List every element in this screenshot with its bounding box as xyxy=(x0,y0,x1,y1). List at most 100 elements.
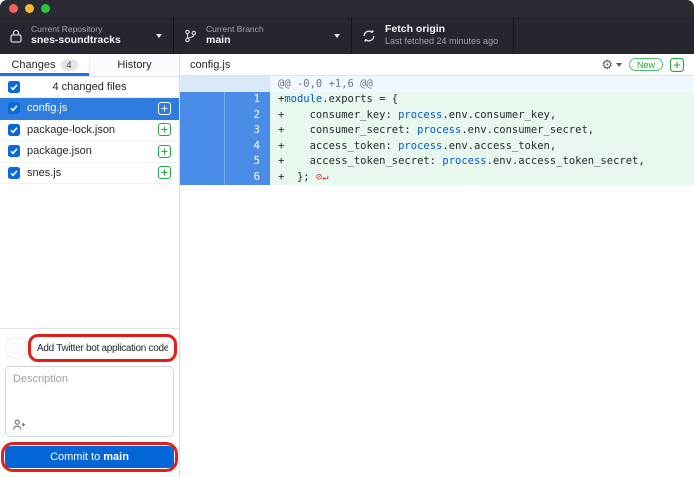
added-file-plus-icon xyxy=(158,102,171,115)
tab-history[interactable]: History xyxy=(89,54,179,76)
commit-button-branch: main xyxy=(103,451,129,463)
toolbar: Current Repository snes-soundtracks Curr… xyxy=(0,17,694,54)
diff-line: 6+ }; ⊘↵ xyxy=(180,170,694,186)
added-file-plus-icon xyxy=(158,145,171,158)
close-button[interactable] xyxy=(9,4,18,13)
fetch-origin-button[interactable]: Fetch origin Last fetched 24 minutes ago xyxy=(352,17,514,54)
chevron-down-icon xyxy=(616,63,622,67)
current-branch-dropdown[interactable]: Current Branch main xyxy=(174,17,352,54)
gear-icon: ⚙ xyxy=(601,58,613,71)
diff-line-code: + access_token: process.env.access_token… xyxy=(270,139,694,155)
fetch-origin-title: Fetch origin xyxy=(385,23,498,36)
chevron-down-icon xyxy=(334,34,340,38)
diff-line-gutter[interactable]: 5 xyxy=(180,154,270,170)
diff-line-gutter[interactable]: 3 xyxy=(180,123,270,139)
diff-line: 5+ access_token_secret: process.env.acce… xyxy=(180,154,694,170)
window-controls xyxy=(9,4,50,13)
diff-line-code: + access_token_secret: process.env.acces… xyxy=(270,154,694,170)
chevron-down-icon xyxy=(156,34,162,38)
diff-empty-space xyxy=(180,185,694,477)
tab-changes-label: Changes xyxy=(11,59,55,71)
diff-panel: config.js ⚙ New @@ -0,0 +1,6 @@ 1+module… xyxy=(180,54,694,477)
current-repository-value: snes-soundtracks xyxy=(31,34,121,47)
diff-line-code: + }; ⊘↵ xyxy=(270,170,694,186)
diff-line: 3+ consumer_secret: process.env.consumer… xyxy=(180,123,694,139)
diff-old-line-number xyxy=(180,154,225,170)
file-row[interactable]: config.js xyxy=(0,98,179,120)
sync-icon xyxy=(362,29,376,43)
sidebar-tabs: Changes 4 History xyxy=(0,54,179,77)
main-content: Changes 4 History 4 changed files config… xyxy=(0,54,694,477)
commit-summary-input[interactable] xyxy=(31,336,174,360)
current-repository-dropdown[interactable]: Current Repository snes-soundtracks xyxy=(0,17,174,54)
added-file-plus-icon xyxy=(158,166,171,179)
diff-line-gutter[interactable]: 6 xyxy=(180,170,270,186)
changes-count-badge: 4 xyxy=(61,59,78,71)
minimize-button[interactable] xyxy=(25,4,34,13)
expand-diff-button[interactable] xyxy=(670,58,684,72)
git-branch-icon xyxy=(184,29,197,43)
diff-old-line-number xyxy=(180,170,225,186)
titlebar xyxy=(0,0,694,17)
diff-line-code: + consumer_secret: process.env.consumer_… xyxy=(270,123,694,139)
file-name: package.json xyxy=(27,145,92,157)
diff-file-name: config.js xyxy=(190,59,230,71)
github-desktop-window: Current Repository snes-soundtracks Curr… xyxy=(0,0,694,477)
sidebar-empty-space xyxy=(0,184,179,328)
diff-new-line-number: 3 xyxy=(225,123,269,139)
file-row[interactable]: snes.js xyxy=(0,163,179,185)
select-all-checkbox[interactable] xyxy=(8,81,20,93)
diff-line-gutter[interactable]: 4 xyxy=(180,139,270,155)
diff-line-code: + consumer_key: process.env.consumer_key… xyxy=(270,108,694,124)
file-checkbox[interactable] xyxy=(8,167,20,179)
diff-new-line-number: 1 xyxy=(225,92,269,108)
added-file-plus-icon xyxy=(158,123,171,136)
diff-old-line-number xyxy=(180,123,225,139)
file-name: config.js xyxy=(27,102,67,114)
changes-sidebar: Changes 4 History 4 changed files config… xyxy=(0,54,180,477)
diff-line-gutter[interactable]: 1 xyxy=(180,92,270,108)
changed-files-header: 4 changed files xyxy=(0,77,179,98)
current-branch-label: Current Branch xyxy=(206,24,264,35)
current-repository-label: Current Repository xyxy=(31,24,121,35)
diff-line-code: +module.exports = { xyxy=(270,92,694,108)
diff-options-button[interactable]: ⚙ xyxy=(601,58,622,71)
file-row[interactable]: package-lock.json xyxy=(0,120,179,142)
diff-line-gutter[interactable]: 2 xyxy=(180,108,270,124)
file-checkbox[interactable] xyxy=(8,145,20,157)
avatar xyxy=(5,337,27,359)
file-name: snes.js xyxy=(27,167,61,179)
diff-old-line-number xyxy=(180,139,225,155)
diff-hunk-text: @@ -0,0 +1,6 @@ xyxy=(270,76,694,92)
file-list: config.js package-lock.json package.json sn… xyxy=(0,98,179,184)
toolbar-empty-space xyxy=(514,17,694,54)
add-coauthor-icon[interactable] xyxy=(12,418,26,431)
commit-summary-row xyxy=(5,335,174,361)
diff-new-line-number: 2 xyxy=(225,108,269,124)
commit-area: Commit to main xyxy=(0,328,179,477)
new-file-badge: New xyxy=(629,58,663,71)
diff-new-line-number: 4 xyxy=(225,139,269,155)
diff-new-line-number: 6 xyxy=(225,170,269,186)
fetch-origin-subtitle: Last fetched 24 minutes ago xyxy=(385,36,498,47)
file-name: package-lock.json xyxy=(27,124,115,136)
diff-new-line-number: 5 xyxy=(225,154,269,170)
diff-old-line-number xyxy=(180,92,225,108)
diff-line: 1+module.exports = { xyxy=(180,92,694,108)
tab-history-label: History xyxy=(117,59,151,71)
diff-hunk-header[interactable]: @@ -0,0 +1,6 @@ xyxy=(180,76,694,92)
commit-description-input[interactable] xyxy=(6,367,173,436)
diff-header: config.js ⚙ New xyxy=(180,54,694,76)
file-checkbox[interactable] xyxy=(8,124,20,136)
tab-changes[interactable]: Changes 4 xyxy=(0,54,89,76)
diff-line: 2+ consumer_key: process.env.consumer_ke… xyxy=(180,108,694,124)
commit-button[interactable]: Commit to main xyxy=(5,446,174,468)
diff-old-line-number xyxy=(180,108,225,124)
diff-lines: 1+module.exports = {2+ consumer_key: pro… xyxy=(180,92,694,185)
diff-hunk-gutter xyxy=(180,76,270,92)
file-row[interactable]: package.json xyxy=(0,141,179,163)
current-branch-value: main xyxy=(206,34,264,47)
zoom-button[interactable] xyxy=(41,4,50,13)
file-checkbox[interactable] xyxy=(8,102,20,114)
lock-icon xyxy=(10,29,22,43)
